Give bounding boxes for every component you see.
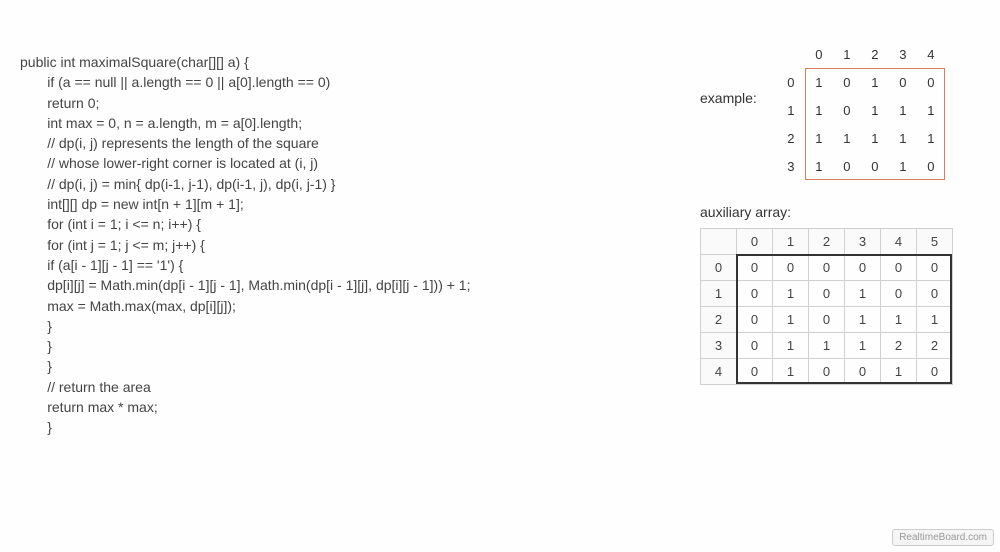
aux-cell: 0: [809, 307, 845, 333]
ex-row-header: 3: [777, 152, 805, 180]
ex-row-header: 2: [777, 124, 805, 152]
code-line: dp[i][j] = Math.min(dp[i - 1][j - 1], Ma…: [20, 275, 640, 295]
aux-cell: 1: [881, 307, 917, 333]
aux-cell: 1: [845, 281, 881, 307]
code-line: // whose lower-right corner is located a…: [20, 153, 640, 173]
aux-row-header: 2: [701, 307, 737, 333]
aux-cell: 1: [845, 307, 881, 333]
aux-cell: 0: [917, 281, 953, 307]
aux-cell: 1: [773, 307, 809, 333]
ex-row-header: 1: [777, 96, 805, 124]
code-line: return max * max;: [20, 397, 640, 417]
code-line: int[][] dp = new int[n + 1][m + 1];: [20, 194, 640, 214]
aux-row-header: 0: [701, 255, 737, 281]
ex-col-header: 3: [889, 40, 917, 68]
code-block: public int maximalSquare(char[][] a) { i…: [20, 52, 640, 438]
ex-row-header: 0: [777, 68, 805, 96]
aux-cell: 0: [809, 359, 845, 385]
aux-col-header: 0: [737, 229, 773, 255]
code-line: if (a[i - 1][j - 1] == '1') {: [20, 255, 640, 275]
code-line: for (int j = 1; j <= m; j++) {: [20, 235, 640, 255]
aux-cell: 1: [809, 333, 845, 359]
code-line: }: [20, 356, 640, 376]
code-line: }: [20, 316, 640, 336]
aux-cell: 1: [845, 333, 881, 359]
aux-cell: 1: [917, 307, 953, 333]
aux-cell: 0: [773, 255, 809, 281]
aux-cell: 0: [809, 255, 845, 281]
code-line: }: [20, 417, 640, 437]
aux-cell: 1: [773, 333, 809, 359]
aux-cell: 0: [845, 255, 881, 281]
aux-col-header: 4: [881, 229, 917, 255]
code-line: // return the area: [20, 377, 640, 397]
auxiliary-matrix: 0 1 2 3 4 5 0 0 0 0 0 0 0 1 0 1 0 1: [700, 228, 990, 385]
code-line: max = Math.max(max, dp[i][j]);: [20, 296, 640, 316]
aux-cell: 0: [917, 255, 953, 281]
aux-cell: 0: [881, 255, 917, 281]
aux-cell: 0: [809, 281, 845, 307]
auxiliary-label: auxiliary array:: [700, 204, 990, 220]
ex-col-header: 4: [917, 40, 945, 68]
aux-cell: 2: [917, 333, 953, 359]
aux-cell: 0: [917, 359, 953, 385]
aux-cell: 0: [881, 281, 917, 307]
aux-cell: 0: [737, 333, 773, 359]
example-matrix: 0 1 2 3 4 0 1 0 1 0 0 1 1 0: [777, 40, 945, 180]
example-highlight-box: [805, 68, 945, 180]
aux-col-header: 1: [773, 229, 809, 255]
aux-col-header: 3: [845, 229, 881, 255]
code-line: int max = 0, n = a.length, m = a[0].leng…: [20, 113, 640, 133]
watermark: RealtimeBoard.com: [892, 529, 994, 546]
ex-col-header: 2: [861, 40, 889, 68]
aux-cell: 0: [737, 307, 773, 333]
aux-row-header: 3: [701, 333, 737, 359]
code-line: public int maximalSquare(char[][] a) {: [20, 52, 640, 72]
aux-cell: 1: [773, 359, 809, 385]
aux-cell: 0: [845, 359, 881, 385]
code-line: if (a == null || a.length == 0 || a[0].l…: [20, 72, 640, 92]
code-line: }: [20, 336, 640, 356]
aux-col-header: 2: [809, 229, 845, 255]
aux-cell: 0: [737, 255, 773, 281]
aux-col-header: 5: [917, 229, 953, 255]
code-line: for (int i = 1; i <= n; i++) {: [20, 214, 640, 234]
ex-col-header: 0: [805, 40, 833, 68]
aux-cell: 1: [773, 281, 809, 307]
code-line: // dp(i, j) = min{ dp(i-1, j-1), dp(i-1,…: [20, 174, 640, 194]
aux-cell: 2: [881, 333, 917, 359]
diagrams-column: example: 0 1 2 3 4 0 1 0 1 0 0: [700, 40, 990, 385]
example-label: example:: [700, 90, 757, 106]
ex-col-header: 1: [833, 40, 861, 68]
aux-row-header: 4: [701, 359, 737, 385]
aux-cell: 0: [737, 359, 773, 385]
aux-row-header: 1: [701, 281, 737, 307]
aux-cell: 1: [881, 359, 917, 385]
aux-cell: 0: [737, 281, 773, 307]
code-line: return 0;: [20, 93, 640, 113]
code-line: // dp(i, j) represents the length of the…: [20, 133, 640, 153]
